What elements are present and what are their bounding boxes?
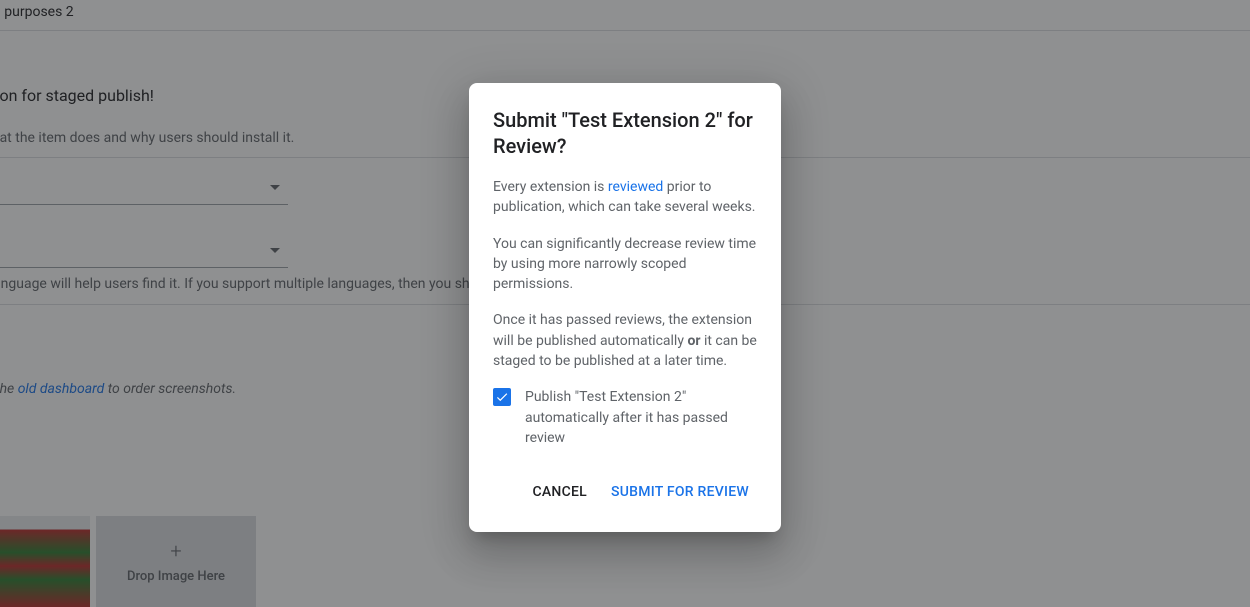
para3-bold: or — [687, 333, 700, 349]
modal-overlay: Submit "Test Extension 2" for Review? Ev… — [0, 0, 1250, 607]
submit-review-modal: Submit "Test Extension 2" for Review? Ev… — [469, 83, 781, 532]
modal-paragraph-1: Every extension is reviewed prior to pub… — [493, 177, 757, 218]
cancel-button[interactable]: CANCEL — [525, 476, 595, 508]
modal-actions: CANCEL SUBMIT FOR REVIEW — [493, 476, 757, 508]
reviewed-link[interactable]: reviewed — [608, 179, 663, 195]
submit-for-review-button[interactable]: SUBMIT FOR REVIEW — [603, 476, 757, 508]
modal-title: Submit "Test Extension 2" for Review? — [493, 107, 757, 159]
auto-publish-checkbox-row: Publish "Test Extension 2" automatically… — [493, 387, 757, 448]
checkmark-icon — [495, 390, 509, 404]
para1-prefix: Every extension is — [493, 179, 608, 195]
modal-paragraph-2: You can significantly decrease review ti… — [493, 234, 757, 295]
auto-publish-checkbox[interactable] — [493, 388, 511, 406]
auto-publish-checkbox-label: Publish "Test Extension 2" automatically… — [525, 387, 757, 448]
modal-paragraph-3: Once it has passed reviews, the extensio… — [493, 310, 757, 371]
